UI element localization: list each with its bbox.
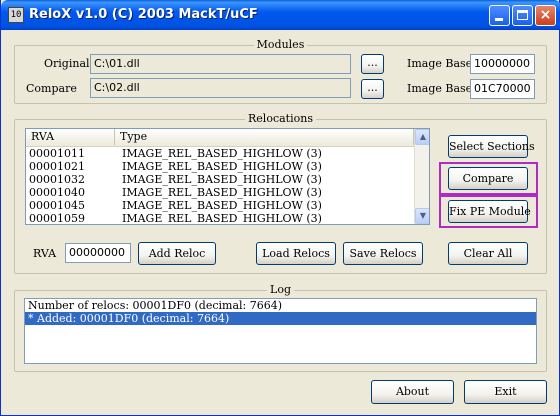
column-header-type[interactable]: Type	[115, 129, 414, 145]
compare-button[interactable]: Compare	[448, 167, 528, 190]
row-type: IMAGE_REL_BASED_HIGHLOW (3)	[122, 147, 322, 160]
about-button[interactable]: About	[371, 380, 454, 404]
close-button[interactable]: ×	[535, 5, 556, 26]
vertical-scrollbar[interactable]: ▲ ▼	[414, 129, 429, 224]
save-relocs-button[interactable]: Save Relocs	[343, 242, 423, 265]
row-rva: 00001059	[29, 212, 85, 225]
row-rva: 00001045	[29, 199, 85, 212]
add-reloc-button[interactable]: Add Reloc	[138, 242, 216, 265]
maximize-button[interactable]	[512, 5, 533, 26]
modules-group-title: Modules	[253, 38, 308, 51]
original-image-base-field[interactable]: 10000000	[470, 54, 535, 74]
original-browse-button[interactable]: ...	[361, 54, 384, 74]
original-label: Original	[44, 57, 90, 70]
app-icon: 10	[8, 7, 24, 23]
compare-path-field[interactable]: C:\02.dll	[90, 78, 351, 98]
row-rva: 00001032	[29, 173, 85, 186]
row-rva: 00001021	[29, 160, 85, 173]
log-list[interactable]: Number of relocs: 00001DF0 (decimal: 766…	[24, 298, 537, 364]
relox-window: 10 ReloX v1.0 (C) 2003 MackT/uCF × Modul…	[0, 0, 560, 416]
list-item[interactable]: 00001032 IMAGE_REL_BASED_HIGHLOW (3)	[26, 173, 414, 186]
row-type: IMAGE_REL_BASED_HIGHLOW (3)	[122, 186, 322, 199]
log-line-selected[interactable]: * Added: 00001DF0 (decimal: 7664)	[25, 312, 536, 325]
row-type: IMAGE_REL_BASED_HIGHLOW (3)	[122, 212, 322, 225]
list-item[interactable]: 00001040 IMAGE_REL_BASED_HIGHLOW (3)	[26, 186, 414, 199]
window-title: ReloX v1.0 (C) 2003 MackT/uCF	[29, 7, 258, 22]
exit-button[interactable]: Exit	[464, 380, 547, 404]
list-item[interactable]: 00001059 IMAGE_REL_BASED_HIGHLOW (3)	[26, 212, 414, 225]
list-item[interactable]: 00001045 IMAGE_REL_BASED_HIGHLOW (3)	[26, 199, 414, 212]
rva-input[interactable]: 00000000	[65, 243, 131, 263]
rva-label: RVA	[33, 247, 57, 260]
compare-label: Compare	[26, 82, 77, 95]
compare-image-base-field[interactable]: 01C70000	[470, 79, 535, 99]
column-header-rva[interactable]: RVA	[26, 129, 115, 145]
close-icon: ×	[539, 7, 552, 23]
row-type: IMAGE_REL_BASED_HIGHLOW (3)	[122, 199, 322, 212]
fix-pe-module-button[interactable]: Fix PE Module	[448, 200, 531, 223]
compare-browse-button[interactable]: ...	[361, 79, 384, 99]
list-item[interactable]: 00001021 IMAGE_REL_BASED_HIGHLOW (3)	[26, 160, 414, 173]
log-group-title: Log	[267, 283, 294, 296]
relocations-list[interactable]: RVA Type 00001011 IMAGE_REL_BASED_HIGHLOW…	[25, 128, 430, 225]
clear-all-button[interactable]: Clear All	[448, 242, 528, 265]
log-line[interactable]: Number of relocs: 00001DF0 (decimal: 766…	[25, 299, 536, 312]
row-type: IMAGE_REL_BASED_HIGHLOW (3)	[122, 173, 322, 186]
load-relocs-button[interactable]: Load Relocs	[256, 242, 336, 265]
relocations-rows: 00001011 IMAGE_REL_BASED_HIGHLOW (3) 0000…	[26, 147, 414, 225]
maximize-icon	[517, 10, 528, 20]
row-type: IMAGE_REL_BASED_HIGHLOW (3)	[122, 160, 322, 173]
compare-image-base-label: Image Base	[407, 82, 473, 95]
title-bar[interactable]: 10 ReloX v1.0 (C) 2003 MackT/uCF ×	[1, 0, 560, 30]
original-image-base-label: Image Base	[407, 57, 473, 70]
row-rva: 00001040	[29, 186, 85, 199]
relocations-list-header: RVA Type	[26, 129, 414, 147]
select-sections-button[interactable]: Select Sections	[448, 135, 535, 158]
scroll-up-icon[interactable]: ▲	[415, 129, 429, 145]
list-item[interactable]: 00001011 IMAGE_REL_BASED_HIGHLOW (3)	[26, 147, 414, 160]
original-path-field[interactable]: C:\01.dll	[90, 54, 351, 74]
relocations-group-title: Relocations	[245, 112, 316, 125]
row-rva: 00001011	[29, 147, 85, 160]
scroll-down-icon[interactable]: ▼	[415, 208, 429, 224]
minimize-icon	[495, 18, 503, 21]
minimize-button[interactable]	[489, 5, 510, 26]
